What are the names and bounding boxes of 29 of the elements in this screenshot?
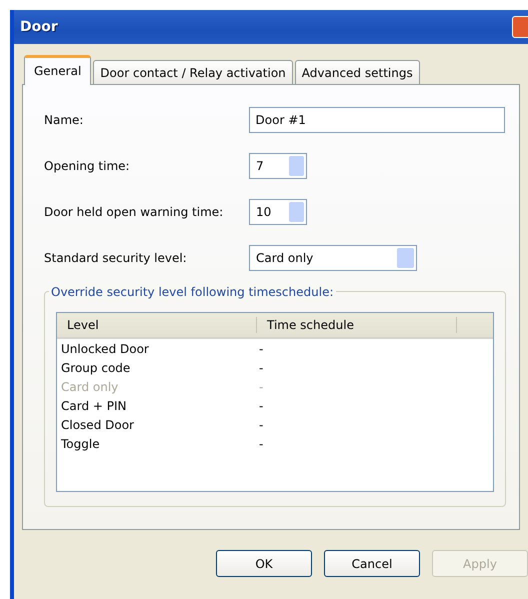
list-cell-text: Closed Door xyxy=(60,416,135,434)
list-cell-text: Unlocked Door xyxy=(60,340,150,358)
list-cell-text: - xyxy=(258,378,264,396)
list-cell-text: - xyxy=(258,340,264,358)
dropdown-field[interactable]: Card only xyxy=(249,245,417,271)
list-cell-text: - xyxy=(258,360,264,376)
window-title: Door xyxy=(20,18,58,36)
field-label: Name: xyxy=(44,112,84,129)
column-header[interactable]: Level xyxy=(57,317,257,333)
dialog-button[interactable]: OK xyxy=(216,550,312,577)
spinner-field[interactable]: 7 xyxy=(249,153,307,179)
list-cell-text: Card only xyxy=(60,378,120,396)
close-button[interactable] xyxy=(512,16,528,38)
tab[interactable]: General xyxy=(24,55,92,85)
field-label: Door held open warning time: xyxy=(44,204,224,221)
list-cell-text: Group code xyxy=(60,360,132,376)
tab[interactable]: Advanced settings xyxy=(294,60,420,84)
column-header[interactable]: Time schedule xyxy=(257,317,457,333)
tab[interactable]: Door contact / Relay activation xyxy=(93,60,293,84)
name-input-field[interactable]: Door #1 xyxy=(248,107,505,133)
field-label: Opening time: xyxy=(44,158,131,175)
field-label: Standard security level: xyxy=(44,250,188,267)
list-cell-text: Card + PIN xyxy=(60,398,128,414)
list-cell-text: - xyxy=(258,416,264,434)
list-cell-text: - xyxy=(258,436,264,452)
list-cell-text: - xyxy=(258,398,264,414)
list-cell-text: Toggle xyxy=(60,436,101,452)
dialog-button[interactable]: Cancel xyxy=(324,550,420,577)
spinner-field[interactable]: 10 xyxy=(249,199,307,225)
